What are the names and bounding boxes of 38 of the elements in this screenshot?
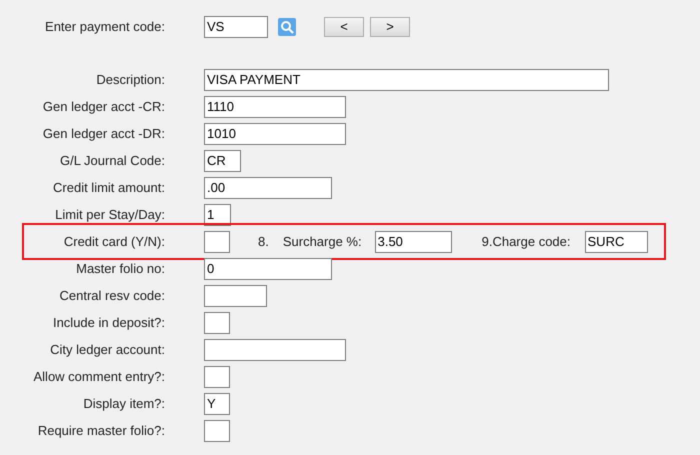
input-field[interactable] bbox=[204, 420, 230, 442]
input-field[interactable]: SURC bbox=[584, 230, 648, 252]
field-label: Central resv code: bbox=[58, 288, 165, 303]
field-label: G/L Journal Code: bbox=[58, 153, 165, 168]
field-label: Display item?: bbox=[82, 396, 165, 411]
input-field[interactable] bbox=[204, 338, 346, 360]
field-label: Description: bbox=[95, 72, 165, 87]
search-icon[interactable] bbox=[278, 18, 296, 36]
input-field[interactable] bbox=[204, 312, 230, 334]
input-field[interactable]: .00 bbox=[204, 176, 332, 198]
input-field[interactable]: VISA PAYMENT bbox=[204, 68, 609, 90]
input-field[interactable]: CR bbox=[204, 150, 241, 172]
field-label: Enter payment code: bbox=[44, 19, 165, 34]
field-label: Credit card (Y/N): bbox=[62, 234, 165, 249]
field-label: 9.Charge code: bbox=[482, 234, 571, 249]
field-label: Gen ledger acct -CR: bbox=[42, 99, 165, 114]
field-label: Require master folio?: bbox=[36, 423, 165, 438]
field-label: Master folio no: bbox=[75, 261, 165, 276]
field-label: Surcharge %: bbox=[282, 234, 362, 249]
field-label: City ledger account: bbox=[49, 342, 165, 357]
field-label: Limit per Stay/Day: bbox=[54, 207, 165, 222]
input-field[interactable] bbox=[204, 366, 230, 388]
nav-button[interactable]: < bbox=[324, 16, 364, 36]
field-label: Allow comment entry?: bbox=[32, 369, 165, 384]
input-field[interactable]: VS bbox=[204, 16, 268, 38]
field-label: Gen ledger acct -DR: bbox=[42, 126, 165, 141]
field-label: Credit limit amount: bbox=[52, 180, 165, 195]
input-field[interactable]: 1110 bbox=[204, 96, 346, 118]
input-field[interactable] bbox=[204, 284, 267, 306]
input-field[interactable]: 0 bbox=[204, 258, 332, 280]
input-field[interactable]: Y bbox=[204, 392, 230, 414]
input-field[interactable]: 3.50 bbox=[374, 230, 452, 252]
field-label: Include in deposit?: bbox=[52, 315, 165, 330]
nav-button[interactable]: > bbox=[370, 16, 410, 36]
input-field[interactable]: 1 bbox=[204, 204, 231, 226]
input-field[interactable]: 1010 bbox=[204, 122, 346, 144]
input-field[interactable] bbox=[204, 230, 230, 252]
field-label: 8. bbox=[258, 234, 269, 249]
